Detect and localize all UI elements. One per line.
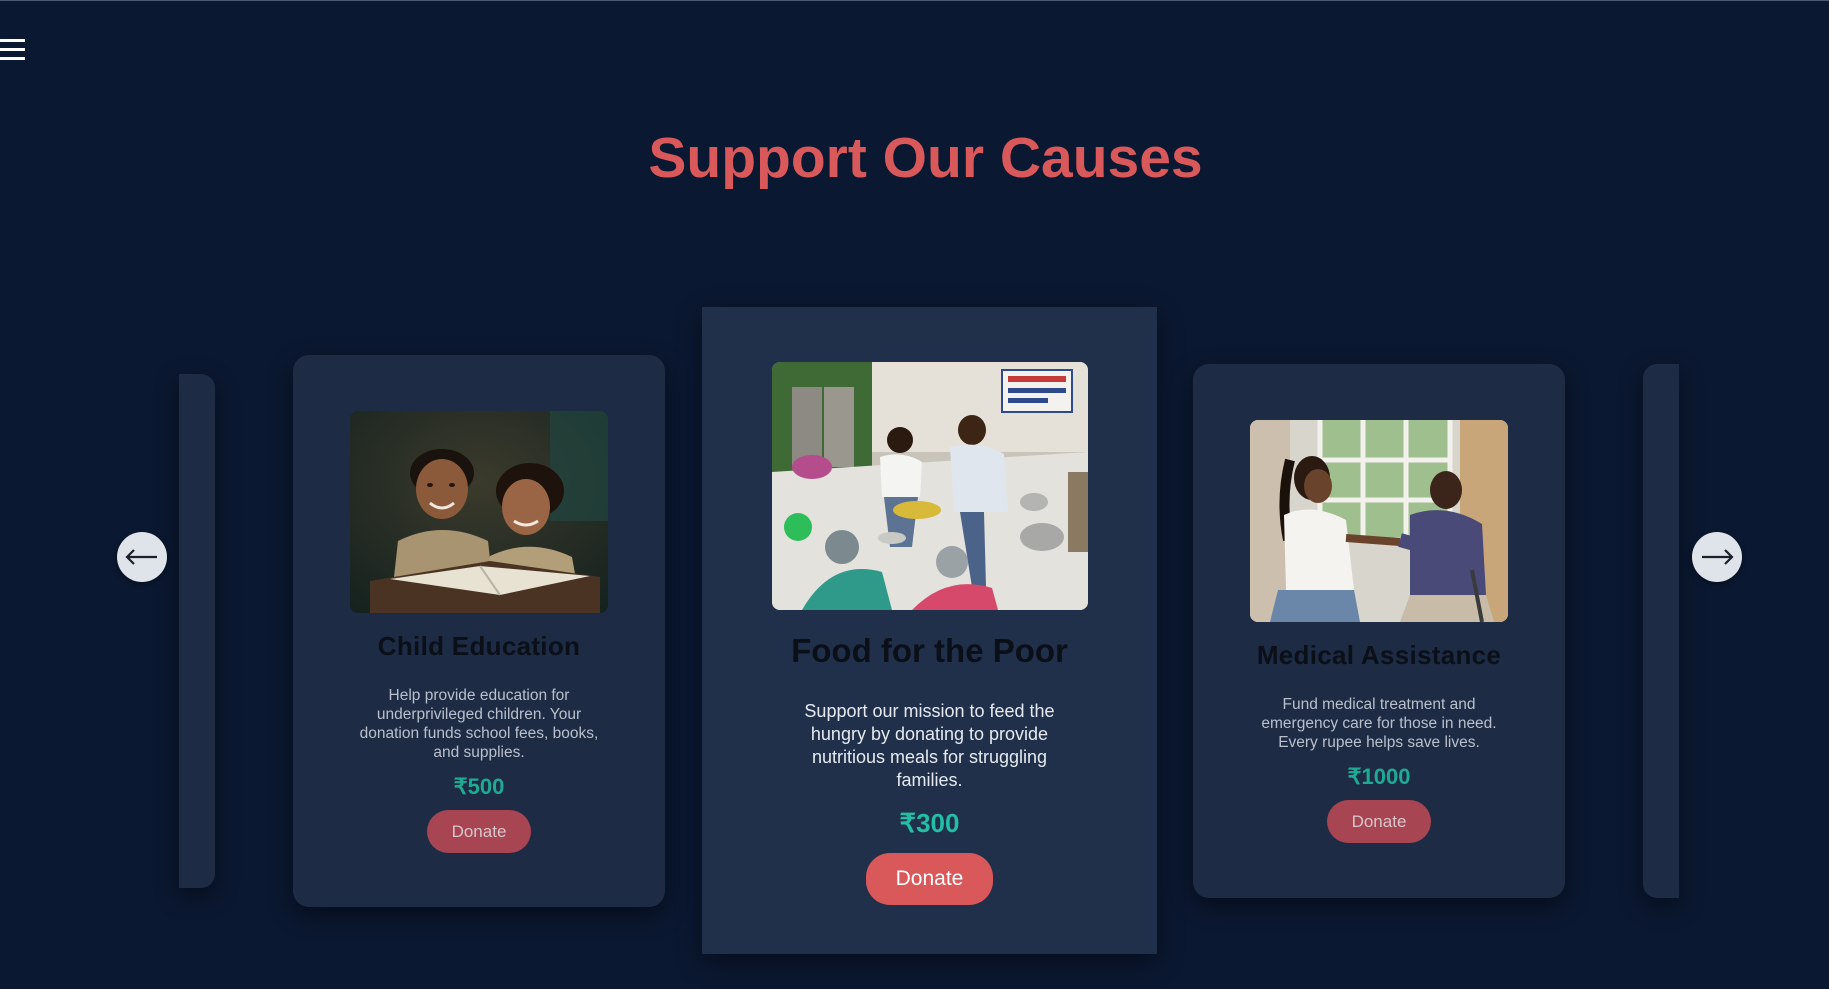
carousel-prev-button[interactable] [117,532,167,582]
cause-description: Support our mission to feed the hungry b… [804,701,1055,790]
cause-description: Help provide education for underprivileg… [359,687,599,761]
medical-checkup-photo [1250,420,1508,622]
food-distribution-photo [771,362,1088,610]
cause-title: Food for the Poor [791,632,1068,669]
cause-description: Fund medical treatment and emergency car… [1261,696,1497,751]
cause-card-food-for-the-poor: Food for the Poor Support our mission to… [702,307,1157,954]
cause-amount: ₹500 [453,774,505,799]
children-studying-photo [350,411,608,613]
donate-button[interactable]: Donate [427,810,531,853]
carousel-next-button[interactable] [1692,532,1742,582]
causes-carousel: Child Education Help provide education f… [0,1,1829,989]
cause-card-child-education: Child Education Help provide education f… [293,355,665,907]
cause-amount: ₹300 [899,808,960,838]
cause-title: Medical Assistance [1256,640,1502,670]
card-peek-right [1643,364,1679,898]
donate-button[interactable]: Donate [866,853,993,905]
card-peek-left [179,374,215,888]
arrow-right-icon [1702,549,1734,565]
cause-title: Child Education [377,631,581,661]
arrow-left-icon [125,549,157,565]
cause-amount: ₹1000 [1347,764,1411,789]
cause-card-medical-assistance: Medical Assistance Fund medical treatmen… [1193,364,1565,898]
donate-button[interactable]: Donate [1327,800,1431,843]
